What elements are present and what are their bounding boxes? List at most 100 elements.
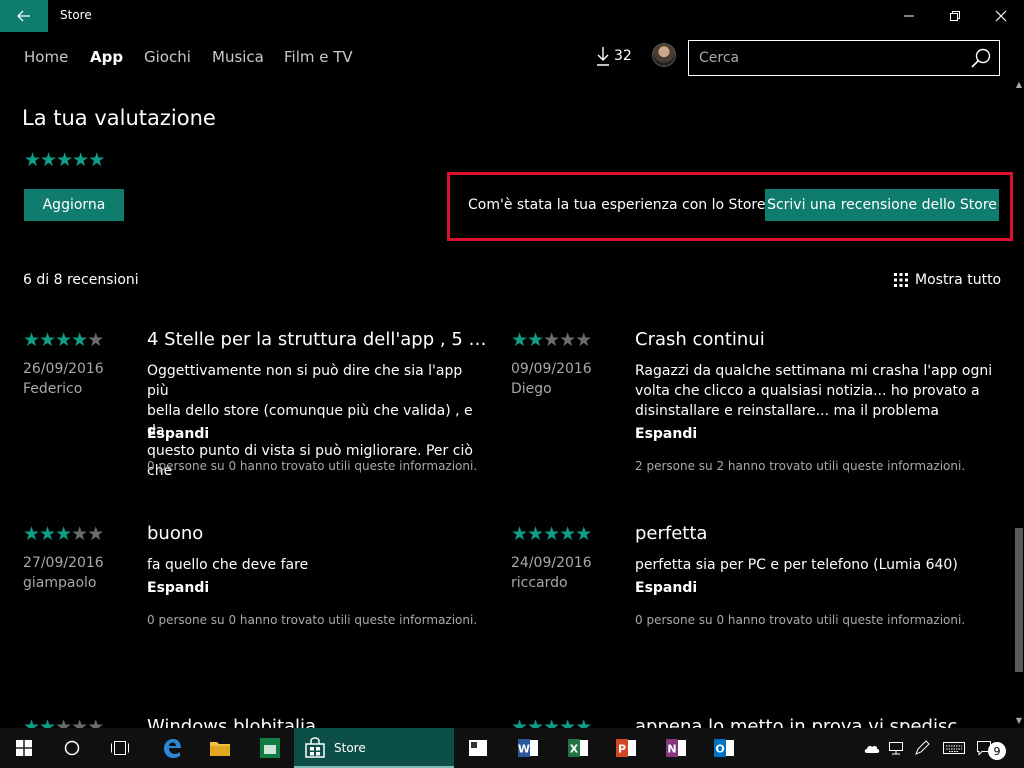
star-filled-icon[interactable]: ★: [88, 151, 105, 170]
nav-movies-tv[interactable]: Film e TV: [284, 48, 353, 66]
expand-link[interactable]: Espandi: [147, 580, 209, 596]
taskbar: Store W X P N O: [0, 728, 1024, 768]
network-icon: [889, 742, 903, 755]
task-view-button[interactable]: [96, 728, 144, 768]
review-author: Federico: [23, 381, 83, 397]
touch-keyboard-button[interactable]: [942, 728, 966, 768]
excel-button[interactable]: X: [554, 728, 602, 768]
downloads-button[interactable]: 32: [596, 46, 632, 66]
star-filled-icon: ★: [559, 718, 576, 728]
star-empty-icon: ★: [87, 523, 104, 545]
back-button[interactable]: [0, 0, 48, 32]
search-icon[interactable]: [971, 48, 991, 68]
taskbar-store-button[interactable]: Store: [294, 728, 454, 768]
download-icon: [597, 47, 609, 66]
update-rating-button[interactable]: Aggiorna: [24, 189, 124, 221]
star-filled-icon: ★: [511, 718, 528, 728]
review-title: 4 Stelle per la struttura dell'app , 5 p…: [147, 329, 487, 350]
restore-button[interactable]: [932, 0, 978, 32]
show-all-button[interactable]: Mostra tutto: [894, 272, 1001, 288]
outlook-icon: O: [714, 739, 734, 757]
star-empty-icon: ★: [575, 329, 592, 351]
review-body: fa quello che deve fare: [147, 557, 309, 573]
search-input[interactable]: [699, 48, 959, 68]
nav-home[interactable]: Home: [24, 48, 68, 66]
rating-section-title: La tua valutazione: [22, 106, 216, 130]
nav-games[interactable]: Giochi: [144, 48, 191, 66]
scroll-up-arrow-icon[interactable]: ▲: [1014, 80, 1024, 92]
review-title: buono: [147, 523, 204, 544]
expand-link[interactable]: Espandi: [635, 426, 697, 442]
scrollbar-thumb[interactable]: [1015, 528, 1023, 672]
top-navigation: Home App Giochi Musica Film e TV 32: [0, 36, 1024, 80]
expand-link[interactable]: Espandi: [635, 580, 697, 596]
pen-tray-button[interactable]: [910, 728, 934, 768]
my-rating-stars[interactable]: ★ ★ ★ ★ ★: [24, 151, 105, 170]
cloud-icon: [864, 745, 880, 753]
star-filled-icon: ★: [559, 523, 576, 545]
star-empty-icon: ★: [87, 329, 104, 351]
vertical-scrollbar[interactable]: ▲ ▼: [1014, 80, 1024, 728]
review-card: ★ ★ ★ ★ ★ perfetta 24/09/2016 riccardo perfe…: [511, 523, 981, 685]
review-card: ★★★★★ Windows blobitalia: [23, 718, 493, 728]
review-helpful-text: 0 persone su 0 hanno trovato utili quest…: [635, 613, 966, 627]
windows-logo-icon: [16, 740, 32, 756]
taskbar-store-label: Store: [334, 741, 366, 755]
close-icon: [995, 10, 1007, 22]
word-icon: W: [518, 739, 538, 757]
user-avatar[interactable]: [652, 43, 676, 67]
star-filled-icon[interactable]: ★: [24, 151, 41, 170]
powerpoint-icon: P: [616, 739, 636, 757]
star-filled-icon: ★: [527, 523, 544, 545]
keyboard-icon: [943, 742, 965, 754]
star-filled-icon[interactable]: ★: [56, 151, 73, 170]
cortana-button[interactable]: [48, 728, 96, 768]
review-date: 26/09/2016: [23, 361, 104, 377]
scroll-down-arrow-icon[interactable]: ▼: [1014, 716, 1024, 728]
title-bar: Store: [0, 0, 1024, 32]
star-filled-icon: ★: [575, 718, 592, 728]
network-tray-button[interactable]: [884, 728, 908, 768]
app-button[interactable]: [246, 728, 294, 768]
review-helpful-text: 0 persone su 0 hanno trovato utili quest…: [147, 459, 478, 473]
cortana-icon: [64, 740, 80, 756]
minimize-button[interactable]: [886, 0, 932, 32]
word-button[interactable]: W: [504, 728, 552, 768]
nav-app[interactable]: App: [90, 48, 123, 66]
review-date: 27/09/2016: [23, 555, 104, 571]
edge-button[interactable]: [148, 728, 196, 768]
app-icon: [260, 738, 280, 758]
star-filled-icon[interactable]: ★: [40, 151, 57, 170]
star-filled-icon: ★: [527, 718, 544, 728]
svg-text:W: W: [518, 743, 530, 756]
start-button[interactable]: [0, 728, 48, 768]
close-button[interactable]: [978, 0, 1024, 32]
show-all-label: Mostra tutto: [915, 272, 1002, 288]
star-filled-icon: ★: [511, 523, 528, 545]
svg-text:O: O: [715, 743, 724, 756]
powerpoint-button[interactable]: P: [602, 728, 650, 768]
review-author: riccardo: [511, 575, 568, 591]
tablet-app-button[interactable]: [454, 728, 502, 768]
task-view-icon: [111, 741, 129, 755]
star-filled-icon: ★: [23, 523, 40, 545]
grid-icon: [894, 273, 908, 287]
expand-link[interactable]: Espandi: [147, 426, 209, 442]
star-filled-icon[interactable]: ★: [72, 151, 89, 170]
notification-count-badge: 9: [988, 742, 1006, 760]
review-rating-stars: ★★★★★: [511, 718, 592, 728]
back-arrow-icon: [17, 10, 30, 22]
file-explorer-button[interactable]: [196, 728, 244, 768]
onedrive-tray-button[interactable]: [860, 728, 884, 768]
outlook-button[interactable]: O: [700, 728, 748, 768]
star-filled-icon: ★: [71, 329, 88, 351]
store-experience-question: Com'è stata la tua esperienza con lo Sto…: [468, 197, 773, 213]
review-author: giampaolo: [23, 575, 97, 591]
write-store-review-button[interactable]: Scrivi una recensione dello Store: [765, 189, 999, 221]
review-date: 24/09/2016: [511, 555, 592, 571]
search-field[interactable]: [688, 40, 1000, 76]
excel-icon: X: [568, 739, 588, 757]
nav-music[interactable]: Musica: [212, 48, 264, 66]
onenote-button[interactable]: N: [652, 728, 700, 768]
review-body: perfetta sia per PC e per telefono (Lumi…: [635, 557, 958, 573]
